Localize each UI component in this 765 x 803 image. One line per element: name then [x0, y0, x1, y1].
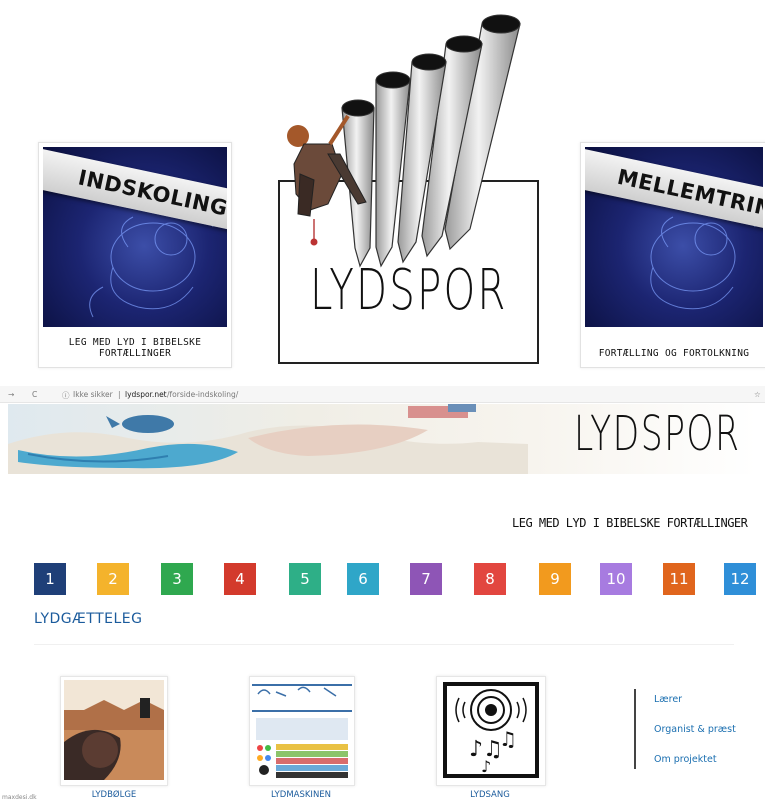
- whale-illustration-icon: [8, 404, 528, 474]
- lesson-number-3[interactable]: 3: [161, 563, 193, 595]
- organ-pipes-climber-icon: [287, 14, 521, 268]
- lesson-number-4[interactable]: 4: [224, 563, 256, 595]
- indskoling-artwork: INDSKOLING: [43, 147, 227, 327]
- lesson-number-1[interactable]: 1: [34, 563, 66, 595]
- section-title-lydgaetteleg[interactable]: LYDGÆTTELEG: [34, 611, 142, 627]
- side-link-laerer[interactable]: Lærer: [654, 694, 682, 705]
- bookmark-star-icon[interactable]: ☆: [754, 390, 761, 399]
- tool-label-lydboelge[interactable]: LYDBØLGE: [54, 790, 174, 800]
- mellemtrin-artwork: MELLEMTRIN: [585, 147, 763, 327]
- back-arrow-icon[interactable]: →: [8, 390, 14, 399]
- security-label: Ikke sikker: [73, 390, 113, 399]
- site-tagline: LEG MED LYD I BIBELSKE FORTÆLLINGER: [512, 516, 748, 530]
- lesson-number-11[interactable]: 11: [663, 563, 695, 595]
- tool-lydmaskinen[interactable]: [249, 676, 355, 786]
- lesson-number-12[interactable]: 12: [724, 563, 756, 595]
- browser-address-bar[interactable]: → C ⓘ Ikke sikker | lydspor.net /forside…: [0, 386, 765, 403]
- url-domain[interactable]: lydspor.net: [125, 390, 167, 399]
- lydsang-music-icon: ♪♫ ♫ ♪: [443, 682, 539, 778]
- lydmaskinen-thumbnail-icon: [252, 680, 352, 780]
- tool-label-lydmaskinen[interactable]: LYDMASKINEN: [241, 790, 361, 800]
- url-path[interactable]: /forside-indskoling/: [167, 390, 238, 399]
- footer-fragment: maxdesi.dk: [2, 794, 37, 801]
- tool-lydsang[interactable]: ♪♫ ♫ ♪: [436, 676, 546, 786]
- lesson-number-8[interactable]: 8: [474, 563, 506, 595]
- card-mellemtrin[interactable]: MELLEMTRIN FORTÆLLING OG FORTOLKNING: [580, 142, 765, 368]
- side-link-organist-praest[interactable]: Organist & præst: [654, 724, 736, 735]
- lydboelge-thumbnail-icon: [64, 680, 164, 780]
- svg-text:♪: ♪: [481, 757, 491, 776]
- tool-lydboelge[interactable]: [60, 676, 168, 786]
- banner-logo-text[interactable]: LYDSPOR: [574, 406, 740, 462]
- reload-icon[interactable]: C: [32, 390, 37, 399]
- info-icon: ⓘ: [62, 391, 70, 400]
- lydspor-logo-text: LYDSPOR: [310, 258, 508, 323]
- section-divider: [34, 644, 734, 645]
- site-banner: LYDSPOR: [8, 404, 757, 474]
- side-nav-divider: [634, 689, 636, 769]
- lesson-number-2[interactable]: 2: [97, 563, 129, 595]
- url-separator: |: [118, 390, 121, 399]
- lesson-number-6[interactable]: 6: [347, 563, 379, 595]
- card-indskoling[interactable]: INDSKOLING LEG MED LYD I BIBELSKE FORTÆL…: [38, 142, 232, 368]
- lesson-number-10[interactable]: 10: [600, 563, 632, 595]
- side-link-om-projektet[interactable]: Om projektet: [654, 754, 717, 765]
- lesson-number-9[interactable]: 9: [539, 563, 571, 595]
- lesson-number-7[interactable]: 7: [410, 563, 442, 595]
- tool-label-lydsang[interactable]: LYDSANG: [430, 790, 550, 800]
- lesson-number-bar: 1 2 3 4 5 6 7 8 9 10 11 12: [0, 563, 765, 595]
- svg-text:♫: ♫: [499, 727, 517, 751]
- lesson-number-5[interactable]: 5: [289, 563, 321, 595]
- indskoling-caption: LEG MED LYD I BIBELSKE FORTÆLLINGER: [68, 337, 202, 359]
- mellemtrin-caption: FORTÆLLING OG FORTOLKNING: [598, 348, 750, 359]
